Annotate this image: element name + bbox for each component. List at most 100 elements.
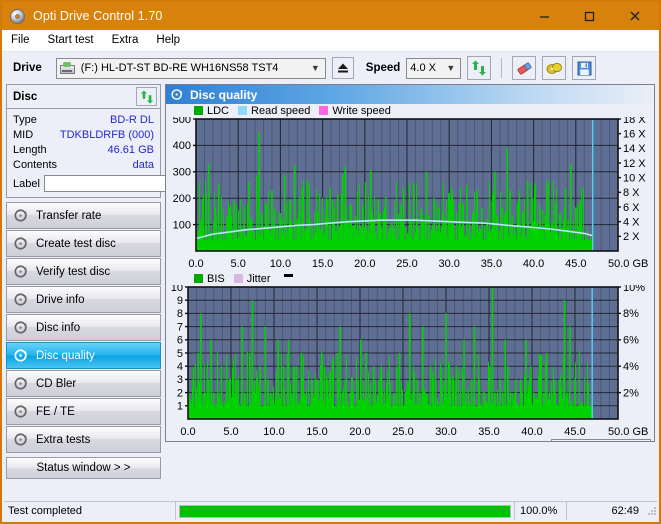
disc-label-key: Label — [13, 177, 40, 190]
menu-item-file[interactable]: File — [11, 32, 39, 49]
disc-test-icon — [14, 376, 29, 391]
disc-test-icon — [14, 432, 29, 447]
eject-button[interactable] — [331, 57, 354, 79]
chart-bis: BIS Jitter 1 2 3 4 5 6 7 8 9 10 2% 4% 6% 8% 10% 0.0 5.0… — [166, 272, 655, 439]
disc-test-icon — [14, 236, 29, 251]
legend-swatch-read-speed — [238, 106, 248, 115]
svg-text:200: 200 — [173, 193, 191, 205]
stats-panel: LDC BIS Jitter Avg Max Total 7.97 466 60… — [166, 438, 654, 441]
close-button[interactable] — [612, 2, 657, 30]
sidebar-item-disc-quality[interactable]: Disc quality — [6, 342, 161, 369]
progress-bar — [179, 504, 511, 518]
disc-info-panel: Disc Type BD-R DL MID TDKBLDRFB (000) Le… — [6, 84, 248, 198]
svg-text:45.0: 45.0 — [565, 258, 586, 270]
drive-icon — [59, 61, 75, 75]
title-bar: Opti Drive Control 1.70 — [2, 2, 659, 30]
window-title: Opti Drive Control 1.70 — [33, 9, 163, 23]
svg-text:20.0: 20.0 — [354, 258, 375, 270]
chart-bis-legend: BIS Jitter — [166, 272, 654, 285]
legend-swatch-write-speed — [319, 106, 329, 115]
svg-text:100: 100 — [173, 219, 191, 231]
drive-toolbar: Drive (F:) HL-DT-ST BD-RE WH16NS58 TST4 … — [2, 52, 659, 84]
burn-icon — [546, 62, 562, 74]
disc-row-mid: MID TDKBLDRFB (000) — [13, 127, 154, 142]
status-window-button[interactable]: Status window > > — [6, 457, 161, 479]
speed-select-value: 4.0 X — [410, 62, 436, 74]
sidebar-item-cd-bler[interactable]: CD Bler — [6, 370, 161, 397]
save-button[interactable] — [572, 56, 597, 80]
status-message: Test completed — [4, 502, 176, 520]
svg-text:20.0: 20.0 — [349, 426, 370, 438]
app-disc-icon — [9, 8, 26, 25]
svg-text:500: 500 — [173, 117, 191, 126]
svg-text:300: 300 — [173, 167, 191, 179]
sidebar-item-verify-test-disc[interactable]: Verify test disc — [6, 258, 161, 285]
maximize-button[interactable] — [567, 2, 612, 30]
disc-rows: Type BD-R DL MID TDKBLDRFB (000) Length … — [7, 109, 248, 197]
disc-row-length-key: Length — [13, 143, 47, 156]
sidebar-item-transfer-rate[interactable]: Transfer rate — [6, 202, 161, 229]
status-bar: Test completed 100.0% 62:49 — [4, 501, 657, 520]
application-window: Opti Drive Control 1.70 File Start test … — [0, 0, 661, 524]
legend-label-jitter: Jitter — [246, 272, 271, 285]
svg-text:14 X: 14 X — [623, 143, 646, 155]
sidebar-item-fe-te[interactable]: FE / TE — [6, 398, 161, 425]
svg-text:25.0: 25.0 — [392, 426, 413, 438]
chart-ldc-plot: 100 200 300 400 500 2 X 4 X 6 X 8 X 10 X 12 X 14 X 1… — [166, 114, 655, 256]
chevron-down-icon: ▼ — [446, 63, 456, 73]
disc-row-length: Length 46.61 GB — [13, 142, 154, 157]
legend-swatch-jitter — [233, 274, 243, 283]
sidebar-item-create-test-disc[interactable]: Create test disc — [6, 230, 161, 257]
minimize-button[interactable] — [522, 2, 567, 30]
menu-item-start-test[interactable]: Start test — [48, 32, 103, 49]
resize-grip[interactable] — [647, 506, 657, 516]
svg-text:6 X: 6 X — [623, 202, 640, 214]
disc-row-type-key: Type — [13, 113, 37, 126]
disc-panel-header: Disc — [7, 85, 160, 109]
svg-text:10 X: 10 X — [623, 172, 646, 184]
eject-icon — [337, 63, 348, 73]
svg-text:35.0: 35.0 — [478, 426, 499, 438]
burn-button[interactable] — [542, 56, 567, 80]
menu-item-extra[interactable]: Extra — [112, 32, 148, 49]
disc-refresh-button[interactable] — [136, 87, 157, 106]
svg-text:4: 4 — [177, 361, 183, 373]
sidebar-item-extra-tests[interactable]: Extra tests — [6, 426, 161, 453]
progress-percent: 100.0% — [515, 502, 567, 520]
speed-select[interactable]: 4.0 X ▼ — [406, 57, 462, 79]
sidebar-item-label: Create test disc — [36, 237, 116, 250]
sidebar-item-label: FE / TE — [36, 405, 75, 418]
svg-text:8 X: 8 X — [623, 187, 640, 199]
disc-row-mid-key: MID — [13, 128, 34, 141]
chart-bis-xaxis: 0.0 5.0 10.0 15.0 20.0 25.0 30.0 35.0 40.0 45.0 50… — [166, 424, 654, 438]
legend-label-ldc: LDC — [207, 104, 230, 117]
legend-label-write-speed: Write speed — [332, 104, 391, 117]
disc-row-length-value: 46.61 GB — [107, 143, 154, 156]
svg-text:10.0: 10.0 — [270, 258, 291, 270]
refresh-button[interactable] — [467, 56, 492, 80]
sidebar-item-drive-info[interactable]: Drive info — [6, 286, 161, 313]
test-speed-select[interactable]: 4.0 X ▼ — [551, 439, 651, 441]
disc-row-contents: Contents data — [13, 157, 154, 172]
chart-ldc-canvas[interactable]: 100 200 300 400 500 2 X 4 X 6 X 8 X 10 X 12 X 14 X 1… — [166, 114, 655, 253]
disc-test-icon — [14, 404, 29, 419]
sidebar-item-disc-info[interactable]: Disc info — [6, 314, 161, 341]
drive-select[interactable]: (F:) HL-DT-ST BD-RE WH16NS58 TST4 ▼ — [55, 57, 326, 79]
legend-swatch-bis — [194, 274, 203, 283]
svg-text:0.0: 0.0 — [180, 426, 195, 438]
svg-text:50.0 GB: 50.0 GB — [608, 258, 648, 270]
jitter-checkbox[interactable] — [400, 441, 413, 442]
svg-text:15.0: 15.0 — [306, 426, 327, 438]
main-panel-header: Disc quality — [166, 85, 654, 104]
svg-text:2 X: 2 X — [623, 231, 640, 243]
chart-bis-canvas[interactable]: 1 23456 78910 2% 4% 6% 8% 10% — [166, 282, 655, 421]
speed-label: Speed — [365, 62, 401, 74]
erase-button[interactable] — [512, 56, 537, 80]
chevron-down-icon: ▼ — [310, 63, 320, 73]
svg-text:9: 9 — [177, 295, 183, 307]
disc-quality-icon — [171, 88, 184, 101]
chart-ldc-xaxis: 0.0 5.0 10.0 15.0 20.0 25.0 30.0 35.0 40.0 45.0 50… — [166, 256, 654, 270]
menu-item-help[interactable]: Help — [156, 32, 189, 49]
disc-test-icon — [14, 264, 29, 279]
disc-row-type-value: BD-R DL — [109, 113, 154, 126]
